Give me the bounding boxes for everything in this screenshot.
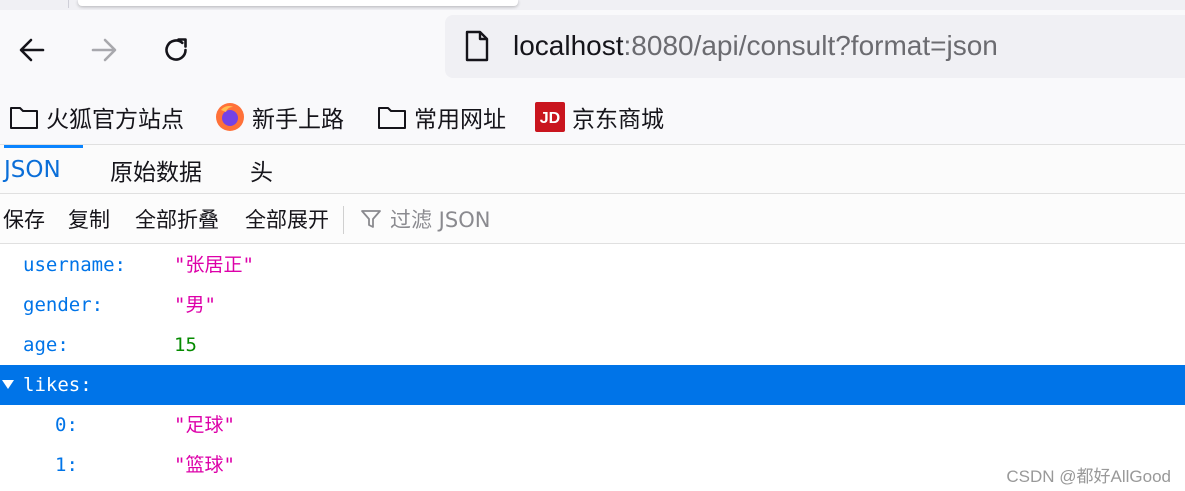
collapse-all-button[interactable]: 全部折叠 xyxy=(135,204,219,234)
json-value: "足球" xyxy=(174,414,235,436)
bookmark-label: 京东商城 xyxy=(572,107,664,133)
tree-row-gender[interactable]: gender: "男" xyxy=(0,285,1185,325)
tab-raw-data[interactable]: 原始数据 xyxy=(110,145,202,194)
json-key: username: xyxy=(23,254,126,276)
url-host: localhost xyxy=(513,30,624,61)
back-button[interactable] xyxy=(12,30,52,70)
bookmark-getting-started[interactable]: 新手上路 xyxy=(214,98,344,136)
bookmark-label: 常用网址 xyxy=(414,107,506,133)
toolbar-divider xyxy=(343,206,344,234)
bookmarks-bar: 火狐官方站点 新手上路 常用网址 JD 京东商城 xyxy=(0,90,1185,144)
filter-placeholder: 过滤 JSON xyxy=(390,208,491,232)
navigation-toolbar: localhost:8080/api/consult?format=json xyxy=(0,10,1185,90)
tree-row-likes-0[interactable]: 0: "足球" xyxy=(0,405,1185,445)
watermark: CSDN @都好AllGood xyxy=(1006,467,1171,486)
tab-separator xyxy=(68,0,69,8)
active-browser-tab[interactable] xyxy=(78,0,518,6)
expand-triangle-icon[interactable] xyxy=(2,380,14,389)
bookmark-label: 火狐官方站点 xyxy=(46,107,184,133)
tree-row-likes[interactable]: likes: xyxy=(0,365,1185,405)
json-key: age: xyxy=(23,334,69,356)
filter-funnel-icon xyxy=(361,210,381,228)
copy-button[interactable]: 复制 xyxy=(68,204,110,234)
url-bar[interactable]: localhost:8080/api/consult?format=json xyxy=(445,15,1185,78)
tree-row-username[interactable]: username: "张居正" xyxy=(0,245,1185,285)
tab-strip xyxy=(0,0,1185,10)
json-value: "张居正" xyxy=(174,254,254,276)
json-value: 15 xyxy=(174,334,197,356)
json-key: 0: xyxy=(55,414,78,436)
bookmark-label: 新手上路 xyxy=(252,107,344,133)
back-arrow-icon xyxy=(19,38,45,62)
json-key: likes: xyxy=(23,374,92,396)
url-text[interactable]: localhost:8080/api/consult?format=json xyxy=(513,29,998,63)
folder-icon xyxy=(8,101,40,133)
reload-button[interactable] xyxy=(156,30,196,70)
tree-row-age[interactable]: age: 15 xyxy=(0,325,1185,365)
reload-icon xyxy=(165,38,187,61)
json-viewer-tabs: JSON 原始数据 头 xyxy=(0,144,1185,194)
json-key: gender: xyxy=(23,294,104,316)
bookmark-jd-mall[interactable]: JD 京东商城 xyxy=(534,98,664,136)
forward-arrow-icon xyxy=(91,38,117,62)
json-viewer-toolbar: 保存 复制 全部折叠 全部展开 过滤 JSON xyxy=(0,194,1185,244)
json-value: "篮球" xyxy=(174,454,235,476)
json-value: "男" xyxy=(174,294,216,316)
url-path: :8080/api/consult?format=json xyxy=(623,30,998,61)
tab-json[interactable]: JSON xyxy=(4,145,83,194)
jd-icon-text: JD xyxy=(540,110,560,127)
firefox-icon xyxy=(214,101,246,133)
tab-headers[interactable]: 头 xyxy=(250,145,273,194)
folder-icon xyxy=(376,101,408,133)
filter-json-input[interactable]: 过滤 JSON xyxy=(360,204,490,234)
json-key: 1: xyxy=(55,454,78,476)
bookmark-firefox-official[interactable]: 火狐官方站点 xyxy=(8,98,184,136)
bookmark-common-sites[interactable]: 常用网址 xyxy=(376,98,506,136)
expand-all-button[interactable]: 全部展开 xyxy=(245,204,329,234)
page-icon xyxy=(465,30,489,62)
forward-button[interactable] xyxy=(84,30,124,70)
jd-icon: JD xyxy=(534,101,566,133)
save-button[interactable]: 保存 xyxy=(3,204,45,234)
